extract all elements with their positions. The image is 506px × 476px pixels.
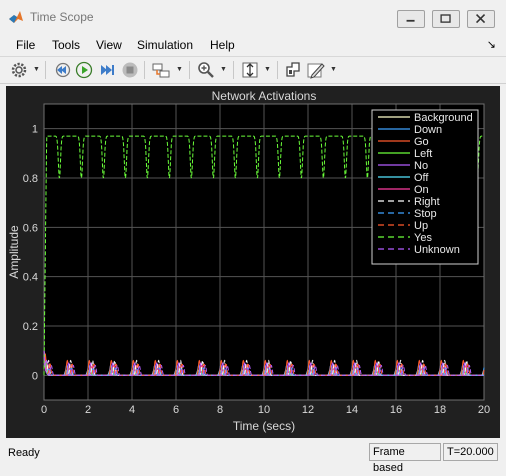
legend-label: On	[414, 184, 429, 196]
x-tick-label: 14	[346, 404, 358, 416]
x-axis-label: Time (secs)	[233, 419, 295, 433]
toolbar-separator	[277, 61, 278, 79]
scope-display: 0 2 4 6 8 10 12 14 16 18 20 0 0.2 0.4 0.6 0.8 1 Network A…	[6, 86, 500, 438]
x-tick-label: 12	[302, 404, 314, 416]
legend-label: Up	[414, 220, 428, 232]
edit-icon[interactable]	[307, 61, 325, 79]
scale-dropdown-icon[interactable]: ▼	[264, 66, 271, 73]
matlab-logo-icon	[8, 9, 24, 25]
close-icon	[475, 13, 486, 24]
legend-label: Down	[414, 124, 442, 136]
scope-chart: 0 2 4 6 8 10 12 14 16 18 20 0 0.2 0.4 0.6 0.8 1 Network A…	[7, 89, 490, 433]
legend-label: Unknown	[414, 244, 460, 256]
zoom-dropdown-icon[interactable]: ▼	[220, 66, 227, 73]
x-tick-label: 16	[390, 404, 402, 416]
gear-icon[interactable]	[10, 61, 28, 79]
x-tick-label: 8	[217, 404, 223, 416]
status-ready: Ready	[8, 447, 40, 459]
x-tick-label: 6	[173, 404, 179, 416]
menu-view[interactable]: View	[96, 38, 122, 52]
signal-selection-icon[interactable]	[152, 61, 170, 79]
x-tick-label: 2	[85, 404, 91, 416]
legend-label: Go	[414, 136, 429, 148]
scale-axes-icon[interactable]	[241, 61, 259, 79]
legend-label: Right	[414, 196, 440, 208]
x-tick-label: 18	[434, 404, 446, 416]
step-forward-icon[interactable]	[98, 61, 116, 79]
y-tick-label: 0.4	[23, 272, 38, 284]
minimize-button[interactable]	[397, 10, 425, 28]
legend-label: Yes	[414, 232, 432, 244]
menu-simulation[interactable]: Simulation	[137, 38, 193, 52]
y-tick-label: 1	[32, 124, 38, 136]
close-button[interactable]	[467, 10, 495, 28]
maximize-button[interactable]	[432, 10, 460, 28]
legend-label: Off	[414, 172, 429, 184]
stop-icon[interactable]	[121, 61, 139, 79]
toolbar-separator	[233, 61, 234, 79]
gear-dropdown-icon[interactable]: ▼	[33, 66, 40, 73]
dock-arrow-icon[interactable]: ↘	[487, 38, 496, 51]
x-tick-label: 0	[41, 404, 47, 416]
legend-label: Left	[414, 148, 432, 160]
x-tick-label: 20	[478, 404, 490, 416]
y-tick-label: 0.8	[23, 173, 38, 185]
x-tick-label: 4	[129, 404, 135, 416]
toolbar-separator	[189, 61, 190, 79]
x-tick-label: 10	[258, 404, 270, 416]
chart-title: Network Activations	[212, 89, 317, 103]
status-frame-mode: Frame based	[369, 443, 441, 474]
highlight-simulink-icon[interactable]	[284, 61, 302, 79]
menu-tools[interactable]: Tools	[52, 38, 80, 52]
legend-label: No	[414, 160, 428, 172]
run-icon[interactable]	[75, 61, 93, 79]
minimize-icon	[406, 19, 415, 22]
toolbar: ▼ ▼ ▼ ▼ ▼	[0, 56, 506, 84]
y-axis-label: Amplitude	[7, 225, 21, 279]
menu-file[interactable]: File	[16, 38, 35, 52]
step-back-icon[interactable]	[53, 61, 71, 79]
status-time: T=20.000	[443, 443, 498, 461]
y-tick-label: 0	[32, 370, 38, 382]
signal-dropdown-icon[interactable]: ▼	[176, 66, 183, 73]
legend-label: Background	[414, 112, 473, 124]
maximize-icon	[440, 14, 451, 23]
status-bar: Ready Frame based T=20.000	[0, 440, 506, 474]
y-tick-label: 0.6	[23, 222, 38, 234]
menu-help[interactable]: Help	[210, 38, 235, 52]
legend-label: Stop	[414, 208, 437, 220]
y-tick-label: 0.2	[23, 321, 38, 333]
edit-dropdown-icon[interactable]: ▼	[330, 66, 337, 73]
window-title: Time Scope	[30, 10, 94, 24]
title-bar: Time Scope	[0, 0, 506, 36]
toolbar-separator	[144, 61, 145, 79]
toolbar-separator	[45, 61, 46, 79]
zoom-icon[interactable]	[197, 61, 215, 79]
menu-bar: File Tools View Simulation Help ↘	[0, 36, 506, 56]
